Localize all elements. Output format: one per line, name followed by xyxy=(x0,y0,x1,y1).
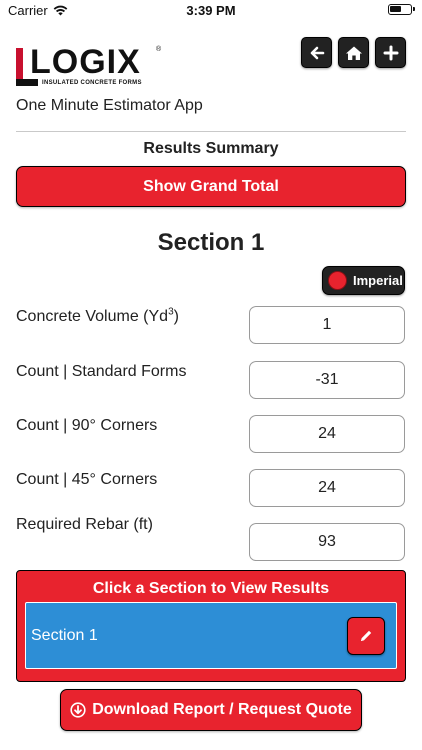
grand-total-label: Show Grand Total xyxy=(143,177,279,195)
status-time: 3:39 PM xyxy=(186,3,236,18)
toggle-knob xyxy=(328,271,347,290)
unit-toggle-label: Imperial xyxy=(353,273,403,288)
section-list-item[interactable]: Section 1 xyxy=(25,602,397,669)
concrete-volume-label: Concrete Volume (Yd3) xyxy=(16,306,179,325)
download-report-label: Download Report / Request Quote xyxy=(92,701,352,718)
sections-panel: Click a Section to View Results Section … xyxy=(16,570,406,682)
sections-panel-header: Click a Section to View Results xyxy=(92,580,330,597)
unit-toggle[interactable]: Imperial xyxy=(322,266,405,295)
section-title: Section 1 xyxy=(157,229,265,256)
concrete-volume-field[interactable]: 1 xyxy=(249,306,405,344)
logo-tagline: INSULATED CONCRETE FORMS xyxy=(42,80,142,86)
corners-45-label: Count | 45° Corners xyxy=(16,471,158,488)
corners-45-field[interactable]: 24 xyxy=(249,469,405,507)
battery-icon xyxy=(388,4,415,15)
pencil-icon xyxy=(361,630,372,641)
arrow-left-icon xyxy=(310,46,324,59)
home-icon xyxy=(345,46,362,60)
download-circle-icon xyxy=(70,702,86,718)
section-item-label: Section 1 xyxy=(31,627,98,644)
results-summary-heading: Results Summary xyxy=(143,140,279,157)
plus-icon xyxy=(383,45,398,60)
rebar-label: Required Rebar (ft) xyxy=(16,516,153,533)
app-subtitle: One Minute Estimator App xyxy=(16,97,203,114)
header-divider xyxy=(16,131,406,132)
home-button[interactable] xyxy=(338,37,369,68)
nav-buttons xyxy=(301,37,406,68)
corners-90-label: Count | 90° Corners xyxy=(16,417,158,434)
rebar-field[interactable]: 93 xyxy=(249,523,405,561)
battery-group xyxy=(388,4,415,15)
add-button[interactable] xyxy=(375,37,406,68)
standard-forms-field[interactable]: -31 xyxy=(249,361,405,399)
logo-text: LOGIX xyxy=(30,43,141,81)
status-bar: Carrier 3:39 PM xyxy=(0,0,422,22)
show-grand-total-button[interactable]: Show Grand Total xyxy=(16,166,406,207)
back-button[interactable] xyxy=(301,37,332,68)
logo-registered-mark: ® xyxy=(156,46,162,53)
standard-forms-label: Count | Standard Forms xyxy=(16,363,187,380)
download-report-button[interactable]: Download Report / Request Quote xyxy=(60,689,362,731)
edit-section-button[interactable] xyxy=(347,617,385,655)
logix-logo: LOGIX ® INSULATED CONCRETE FORMS xyxy=(16,42,166,92)
corners-90-field[interactable]: 24 xyxy=(249,415,405,453)
